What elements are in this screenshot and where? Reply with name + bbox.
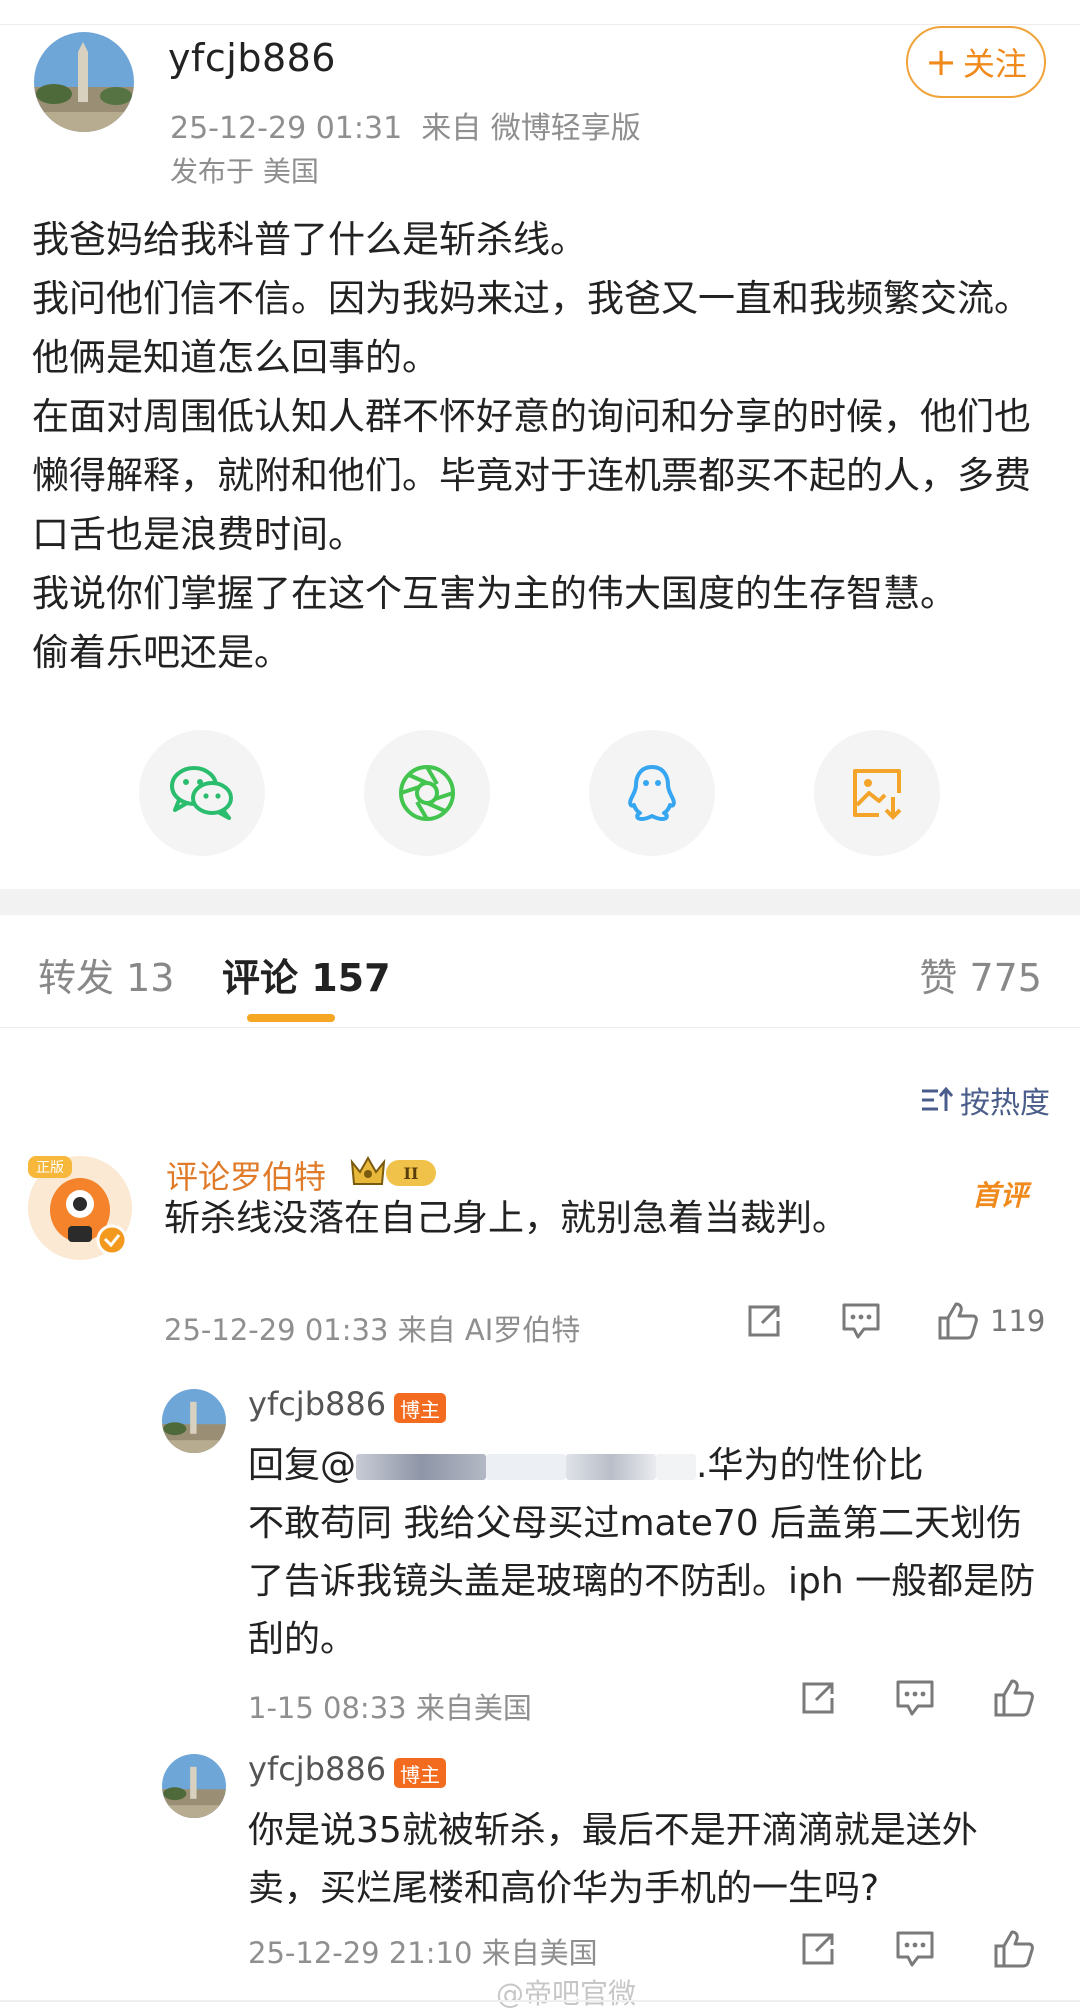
- share-reply-button[interactable]: [798, 1678, 838, 1718]
- share-qq-button[interactable]: [589, 730, 715, 856]
- reply-item: yfcjb886 博主 回复@ .华为的性价比不敢苟同 我给父母买过mate70 …: [0, 1385, 1080, 1735]
- reply-text: 你是说35就被斩杀，最后不是开滴滴就是送外卖，买烂尾楼和高价华为手机的一生吗?: [248, 1810, 978, 1909]
- level-badge-text: II: [404, 1164, 419, 1183]
- post-meta: 25-12-29 01:31 来自 微博轻享版: [170, 103, 641, 147]
- divider: [0, 2000, 1080, 2002]
- sort-label: 按热度: [960, 1086, 1050, 1121]
- share-row: [0, 730, 1080, 858]
- post-source: 来自 微博轻享版: [421, 111, 641, 146]
- share-icon: [802, 1933, 834, 1965]
- share-wechat-button[interactable]: [139, 730, 265, 856]
- reply-avatar[interactable]: [162, 1754, 226, 1818]
- tab-like[interactable]: 赞 775: [919, 947, 1042, 1002]
- commenter-avatar[interactable]: 正版: [24, 1150, 136, 1262]
- sort-icon: [922, 1086, 954, 1111]
- tab-active-indicator: [247, 1014, 335, 1022]
- reply-meta: 25-12-29 21:10 来自美国: [248, 1936, 598, 1970]
- comment-meta: 25-12-29 01:33 来自 AI罗伯特: [164, 1313, 581, 1347]
- post-paragraph: 我问他们信不信。因为我妈来过，我爸又一直和我频繁交流。他俩是知道怎么回事的。: [32, 277, 1031, 379]
- sort-button[interactable]: 按热度: [920, 1078, 1050, 1122]
- reply-avatar[interactable]: [162, 1389, 226, 1453]
- post-paragraph: 偷着乐吧还是。: [32, 631, 291, 674]
- comment-icon: [896, 1680, 934, 1716]
- like-count: 119: [990, 1304, 1046, 1338]
- share-icon: [802, 1682, 834, 1714]
- watermark: @帝吧官微: [496, 1977, 637, 2010]
- plus-icon: +: [925, 40, 957, 84]
- share-moments-button[interactable]: [364, 730, 490, 856]
- thumbs-up-icon: [994, 1930, 1034, 1968]
- reply-author-name[interactable]: yfcjb886: [248, 1385, 386, 1423]
- blurred-mention: [356, 1454, 487, 1480]
- comment-icon: [842, 1303, 880, 1339]
- robot-badge-text: 正版: [36, 1160, 64, 1176]
- share-comment-button[interactable]: [744, 1301, 784, 1341]
- wechat-icon: [170, 766, 233, 820]
- reply-text-suffix: .华为的性价比: [696, 1445, 924, 1486]
- tab-comment[interactable]: 评论 157: [222, 947, 391, 1002]
- post-paragraph: 我说你们掌握了在这个互害为主的伟大国度的生存智慧。: [32, 572, 957, 615]
- tab-bar: 转发 13 评论 157 赞 775: [0, 915, 1080, 1028]
- post-body: 我爸妈给我科普了什么是斩杀线。 我问他们信不信。因为我妈来过，我爸又一直和我频繁…: [32, 210, 1052, 682]
- post-location: 发布于 美国: [170, 155, 319, 188]
- divider: [0, 24, 1080, 25]
- comment-actions: 119: [744, 1300, 1045, 1342]
- reply-author-name[interactable]: yfcjb886: [248, 1750, 386, 1788]
- reply-actions: [798, 1928, 1036, 1970]
- thumbs-up-icon: [938, 1302, 978, 1340]
- follow-label: 关注: [962, 45, 1027, 83]
- share-save-image-button[interactable]: [814, 730, 940, 856]
- reply-meta: 1-15 08:33 来自美国: [248, 1691, 532, 1725]
- comment-icon: [896, 1931, 934, 1967]
- post-paragraph: 我爸妈给我科普了什么是斩杀线。: [32, 218, 587, 261]
- post-paragraph: 在面对周围低认知人群不怀好意的询问和分享的时候，他们也懒得解释，就附和他们。毕竟…: [32, 395, 1031, 556]
- post-header: yfcjb886 25-12-29 01:31 来自 微博轻享版 发布于 美国 …: [0, 0, 1080, 200]
- author-name[interactable]: yfcjb886: [168, 36, 336, 80]
- like-comment-button[interactable]: 119: [936, 1300, 1045, 1342]
- reply-reply-button[interactable]: [894, 1678, 936, 1718]
- post-time: 25-12-29 01:31: [170, 111, 403, 146]
- moments-icon: [399, 765, 455, 821]
- share-reply-button[interactable]: [798, 1929, 838, 1969]
- reply-comment-button[interactable]: [840, 1301, 882, 1341]
- reply-text-rest: 不敢苟同 我给父母买过mate70 后盖第二天划伤了告诉我镜头盖是玻璃的不防刮。…: [248, 1503, 1036, 1660]
- reply-actions: [798, 1677, 1036, 1719]
- section-divider: [0, 889, 1080, 915]
- follow-button[interactable]: + 关注: [906, 26, 1046, 98]
- owner-badge: 博主: [394, 1393, 446, 1423]
- save-image-icon: [853, 769, 902, 820]
- like-reply-button[interactable]: [992, 1928, 1036, 1970]
- blurred-mention: [656, 1454, 697, 1480]
- blurred-mention: [566, 1454, 657, 1480]
- reply-reply-button[interactable]: [894, 1929, 936, 1969]
- qq-icon: [628, 765, 676, 821]
- reply-mention-prefix[interactable]: 回复@: [248, 1445, 356, 1486]
- crown-level-badge: II: [346, 1152, 442, 1192]
- comment-item: 正版 评论罗伯特 II 首评 斩杀线没落在自己身上，就别急着当裁判。 25-12…: [0, 1150, 1080, 1350]
- comment-text: 斩杀线没落在自己身上，就别急着当裁判。: [164, 1198, 849, 1239]
- author-avatar[interactable]: [34, 32, 134, 132]
- share-icon: [748, 1305, 780, 1337]
- owner-badge: 博主: [394, 1758, 446, 1788]
- like-reply-button[interactable]: [992, 1677, 1036, 1719]
- blurred-mention: [486, 1454, 567, 1480]
- reply-item: yfcjb886 博主 你是说35就被斩杀，最后不是开滴滴就是送外卖，买烂尾楼和…: [0, 1750, 1080, 1980]
- reply-text: 回复@ .华为的性价比不敢苟同 我给父母买过mate70 后盖第二天划伤了告诉我镜…: [248, 1437, 1048, 1669]
- thumbs-up-icon: [994, 1679, 1034, 1717]
- tab-repost[interactable]: 转发 13: [38, 947, 174, 1002]
